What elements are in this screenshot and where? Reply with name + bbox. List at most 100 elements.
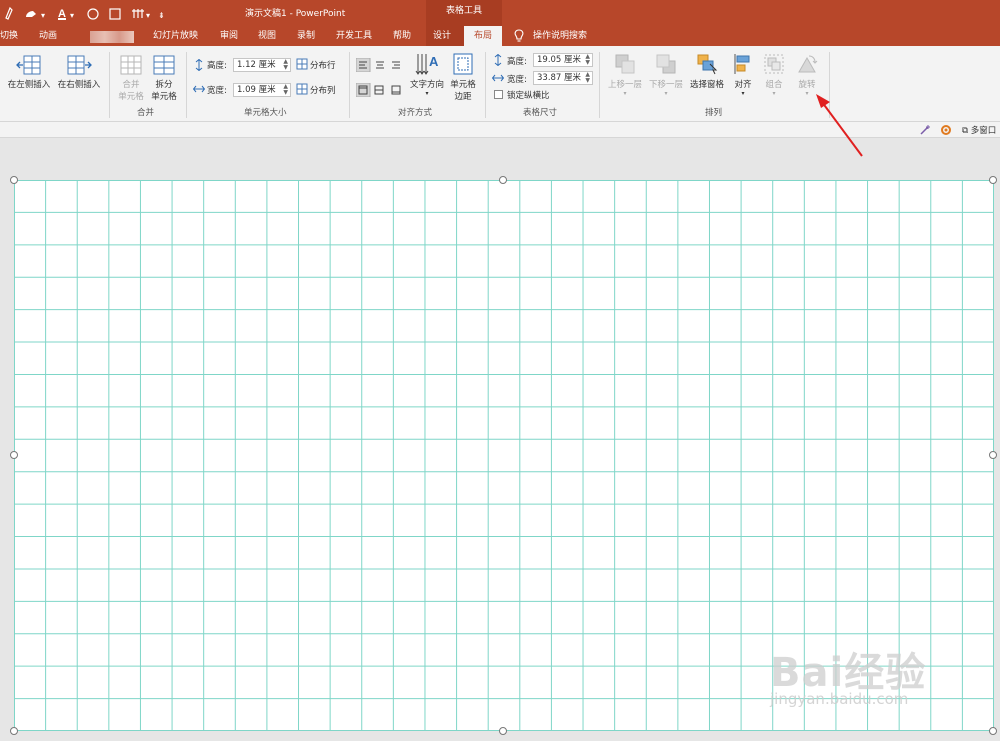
chevron-down-icon: ▾ xyxy=(741,90,745,97)
chevron-down-icon: ▾ xyxy=(623,90,627,97)
group-divider xyxy=(485,52,486,118)
merge-cells-label-1: 合并 xyxy=(122,80,140,90)
distribute-columns-button[interactable]: 分布列 xyxy=(310,84,336,96)
cell-width-value: 1.09 厘米 xyxy=(237,85,276,95)
tab-help[interactable]: 帮助 xyxy=(393,26,411,46)
svg-text:▾: ▾ xyxy=(41,11,45,20)
svg-text:⇟: ⇟ xyxy=(158,11,165,20)
tab-animations[interactable]: 动画 xyxy=(39,26,57,46)
insert-left-icon xyxy=(16,55,41,75)
group-divider xyxy=(349,52,350,118)
spinner-arrows-icon[interactable]: ▲ ▼ xyxy=(283,84,288,96)
bring-forward-button[interactable]: 上移一层 ▾ xyxy=(605,52,645,97)
table-height-value: 19.05 厘米 xyxy=(537,55,582,65)
resize-handle-bottom-right[interactable] xyxy=(989,727,997,735)
tab-design[interactable]: 设计 xyxy=(433,26,451,46)
resize-handle-top-left[interactable] xyxy=(10,176,18,184)
tab-view[interactable]: 视图 xyxy=(258,26,276,46)
lock-aspect-ratio-checkbox[interactable] xyxy=(494,90,503,99)
resize-handle-left[interactable] xyxy=(10,451,18,459)
tab-recording[interactable]: 录制 xyxy=(297,26,315,46)
spinner-arrows-icon[interactable]: ▲ ▼ xyxy=(585,72,590,84)
split-cells-label-2: 单元格 xyxy=(151,92,177,102)
resize-handle-bottom[interactable] xyxy=(499,727,507,735)
watermark-url: jingyan.baidu.com xyxy=(770,690,909,708)
cell-size-group-label: 单元格大小 xyxy=(244,108,287,118)
annotation-arrow-icon xyxy=(816,94,863,157)
magic-wand-icon[interactable] xyxy=(919,124,931,136)
gear-icon[interactable] xyxy=(940,124,952,136)
spinner-arrows-icon[interactable]: ▲ ▼ xyxy=(283,59,288,71)
table-width-icon xyxy=(492,74,504,82)
quick-access-icons[interactable]: ▾ A ▾ xyxy=(0,5,130,21)
tab-slideshow[interactable]: 幻灯片放映 xyxy=(153,26,198,46)
tab-layout[interactable]: 布局 xyxy=(464,26,502,46)
rotate-icon xyxy=(798,55,818,73)
tab-developer[interactable]: 开发工具 xyxy=(336,26,372,46)
bring-forward-label: 上移一层 xyxy=(607,80,642,90)
multi-window-label: 多窗口 xyxy=(970,126,997,136)
resize-handle-bottom-left[interactable] xyxy=(10,727,18,735)
cell-margins-label-2: 边距 xyxy=(454,92,472,102)
cell-width-input[interactable]: 1.09 厘米 ▲ ▼ xyxy=(233,83,291,97)
merge-cells-button[interactable]: 合并 单元格 xyxy=(114,54,148,102)
lightbulb-icon xyxy=(514,29,524,42)
window-title: 演示文稿1 - PowerPoint xyxy=(245,9,346,19)
ribbon-tabs: 切换 动画 幻灯片放映 审阅 视图 录制 开发工具 帮助 设计 布局 操作说明搜… xyxy=(0,26,1000,46)
align-label: 对齐 xyxy=(734,80,752,90)
window-icon: ⧉ xyxy=(962,126,971,136)
table-height-icon xyxy=(494,54,502,66)
group-divider xyxy=(186,52,187,118)
tab-transitions[interactable]: 切换 xyxy=(0,26,18,46)
send-backward-label: 下移一层 xyxy=(648,80,683,90)
cell-height-label: 高度: xyxy=(207,61,227,71)
insert-left-button[interactable]: 在左侧插入 xyxy=(4,54,54,90)
text-direction-button[interactable]: A 文字方向 ▾ xyxy=(407,52,447,97)
baidu-watermark: Bai经验 jingyan.baidu.com xyxy=(770,640,970,720)
text-direction-icon: A xyxy=(415,54,439,75)
cell-height-input[interactable]: 1.12 厘米 ▲ ▼ xyxy=(233,58,291,72)
split-cells-button[interactable]: 拆分 单元格 xyxy=(148,54,180,102)
split-cells-label-1: 拆分 xyxy=(155,80,173,90)
insert-right-button[interactable]: 在右侧插入 xyxy=(54,54,104,90)
group-label: 组合 xyxy=(765,80,783,90)
arrange-group-label: 排列 xyxy=(705,108,723,118)
alignment-group-label: 对齐方式 xyxy=(398,108,433,118)
distribute-rows-button[interactable]: 分布行 xyxy=(310,59,336,71)
horizontal-align-buttons[interactable] xyxy=(356,58,406,72)
table-width-value: 33.87 厘米 xyxy=(537,73,582,83)
cell-margins-label-1: 单元格 xyxy=(450,80,476,90)
lock-aspect-ratio-label[interactable]: 锁定纵横比 xyxy=(507,89,550,101)
table-height-label: 高度: xyxy=(507,57,527,67)
insert-left-label: 在左侧插入 xyxy=(7,80,51,90)
vertical-align-buttons[interactable] xyxy=(356,83,406,97)
resize-handle-top[interactable] xyxy=(499,176,507,184)
align-button[interactable]: 对齐 ▾ xyxy=(729,52,757,97)
group-button[interactable]: 组合 ▾ xyxy=(760,52,788,97)
redacted-tab xyxy=(90,31,134,43)
table-size-group-label: 表格尺寸 xyxy=(523,108,558,118)
multi-window-button[interactable]: ⧉ 多窗口 xyxy=(962,124,996,136)
cell-margins-icon xyxy=(453,53,473,75)
row-height-icon xyxy=(195,59,203,71)
chevron-down-icon: ▾ xyxy=(425,90,429,97)
spinner-arrows-icon[interactable]: ▲ ▼ xyxy=(585,54,590,66)
tab-review[interactable]: 审阅 xyxy=(220,26,238,46)
cell-margins-button[interactable]: 单元格 边距 xyxy=(447,52,479,102)
svg-text:▾: ▾ xyxy=(70,11,74,20)
text-direction-label: 文字方向 xyxy=(409,80,444,90)
table-width-input[interactable]: 33.87 厘米 ▲ ▼ xyxy=(533,71,593,85)
resize-handle-right[interactable] xyxy=(989,451,997,459)
selection-pane-button[interactable]: 选择窗格 xyxy=(687,52,727,90)
draw-table-icon[interactable]: ▾ ⇟ xyxy=(130,5,170,21)
resize-handle-top-right[interactable] xyxy=(989,176,997,184)
group-divider xyxy=(109,52,110,118)
table-height-input[interactable]: 19.05 厘米 ▲ ▼ xyxy=(533,53,593,67)
send-backward-button[interactable]: 下移一层 ▾ xyxy=(646,52,686,97)
chevron-down-icon: ▾ xyxy=(772,90,776,97)
selection-pane-icon xyxy=(697,54,718,75)
merge-cells-icon xyxy=(120,55,142,75)
bring-forward-icon xyxy=(615,54,635,74)
merge-group-label: 合并 xyxy=(137,108,155,118)
tell-me-search[interactable]: 操作说明搜索 xyxy=(533,26,587,46)
